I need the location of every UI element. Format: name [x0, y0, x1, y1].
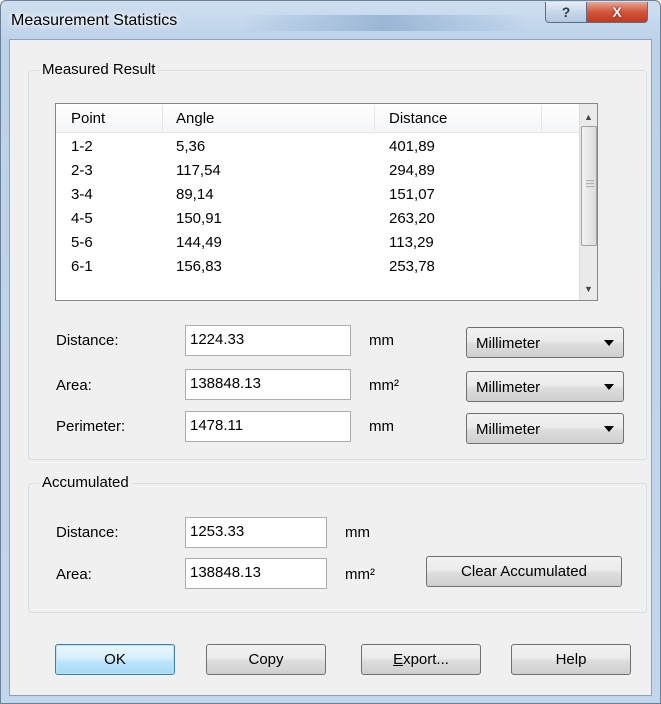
cell-distance: 151,07 — [389, 186, 435, 203]
acc-distance-field[interactable]: 1253.33 — [185, 517, 327, 548]
help-title-button[interactable]: ? — [545, 2, 587, 23]
cell-distance: 294,89 — [389, 162, 435, 179]
scroll-up-icon[interactable]: ▲ — [580, 108, 597, 125]
window-title: Measurement Statistics — [11, 12, 178, 29]
accumulated-label: Accumulated — [39, 474, 132, 491]
perimeter-unit-select-value: Millimeter — [476, 421, 541, 438]
cell-distance: 263,20 — [389, 210, 435, 227]
dialog-window: Measurement Statistics ? X Measured Resu… — [0, 0, 661, 704]
area-unit: mm² — [369, 377, 399, 394]
accumulated-group: Accumulated — [28, 474, 647, 613]
table-row[interactable]: 3-4 89,14 151,07 — [56, 184, 597, 208]
title-bar[interactable]: Measurement Statistics ? X — [1, 1, 660, 39]
dialog-client-area: Measured Result Point Angle Distance 1-2… — [9, 39, 652, 696]
distance-unit-select[interactable]: Millimeter — [466, 327, 624, 358]
column-header-point[interactable]: Point — [71, 110, 105, 130]
cell-point: 6-1 — [71, 258, 93, 275]
acc-distance-label: Distance: — [56, 524, 119, 541]
results-list[interactable]: Point Angle Distance 1-2 5,36 401,89 2-3… — [55, 103, 598, 301]
cell-distance: 253,78 — [389, 258, 435, 275]
measured-result-label: Measured Result — [39, 61, 159, 78]
acc-area-unit: mm² — [345, 566, 375, 583]
table-row[interactable]: 5-6 144,49 113,29 — [56, 232, 597, 256]
help-button[interactable]: Help — [511, 644, 631, 675]
chevron-down-icon — [604, 426, 614, 432]
area-field[interactable]: 138848.13 — [185, 369, 351, 400]
cell-angle: 156,83 — [176, 258, 222, 275]
acc-area-field[interactable]: 138848.13 — [185, 558, 327, 589]
cell-angle: 5,36 — [176, 138, 206, 155]
area-label: Area: — [56, 377, 92, 394]
list-header: Point Angle Distance — [56, 104, 597, 133]
column-header-distance[interactable]: Distance — [389, 110, 447, 130]
ok-button[interactable]: OK — [55, 644, 175, 675]
cell-point: 4-5 — [71, 210, 93, 227]
cell-point: 1-2 — [71, 138, 93, 155]
scroll-down-icon[interactable]: ▼ — [580, 280, 597, 297]
cell-distance: 401,89 — [389, 138, 435, 155]
cell-angle: 150,91 — [176, 210, 222, 227]
column-header-angle[interactable]: Angle — [176, 110, 214, 130]
cell-point: 2-3 — [71, 162, 93, 179]
table-row[interactable]: 6-1 156,83 253,78 — [56, 256, 597, 280]
cell-distance: 113,29 — [389, 234, 434, 251]
area-unit-select-value: Millimeter — [476, 379, 541, 396]
chevron-down-icon — [604, 340, 614, 346]
cell-angle: 144,49 — [176, 234, 222, 251]
export-mnemonic: E — [393, 651, 404, 668]
area-unit-select[interactable]: Millimeter — [466, 371, 624, 402]
table-row[interactable]: 4-5 150,91 263,20 — [56, 208, 597, 232]
cell-point: 3-4 — [71, 186, 93, 203]
scroll-thumb[interactable]: — — — — [581, 126, 597, 246]
copy-button[interactable]: Copy — [206, 644, 326, 675]
table-row[interactable]: 2-3 117,54 294,89 — [56, 160, 597, 184]
acc-distance-unit: mm — [345, 524, 370, 541]
perimeter-label: Perimeter: — [56, 418, 126, 435]
chevron-down-icon — [604, 384, 614, 390]
distance-label: Distance: — [56, 332, 119, 349]
vertical-scrollbar[interactable]: ▲ — — — ▼ — [579, 104, 597, 300]
distance-unit: mm — [369, 332, 394, 349]
export-button[interactable]: Export... — [361, 644, 481, 675]
cell-angle: 89,14 — [176, 186, 214, 203]
close-button[interactable]: X — [586, 2, 648, 23]
clear-accumulated-button[interactable]: Clear Accumulated — [426, 556, 622, 587]
table-row[interactable]: 1-2 5,36 401,89 — [56, 136, 597, 160]
title-glow — [241, 15, 531, 31]
distance-unit-select-value: Millimeter — [476, 335, 541, 352]
perimeter-field[interactable]: 1478.11 — [185, 411, 351, 442]
perimeter-unit-select[interactable]: Millimeter — [466, 413, 624, 444]
export-label: xport... — [403, 651, 449, 668]
cell-point: 5-6 — [71, 234, 93, 251]
distance-field[interactable]: 1224.33 — [185, 325, 351, 356]
grip-icon: — — — — [586, 176, 594, 191]
acc-area-label: Area: — [56, 566, 92, 583]
cell-angle: 117,54 — [176, 162, 221, 179]
perimeter-unit: mm — [369, 418, 394, 435]
